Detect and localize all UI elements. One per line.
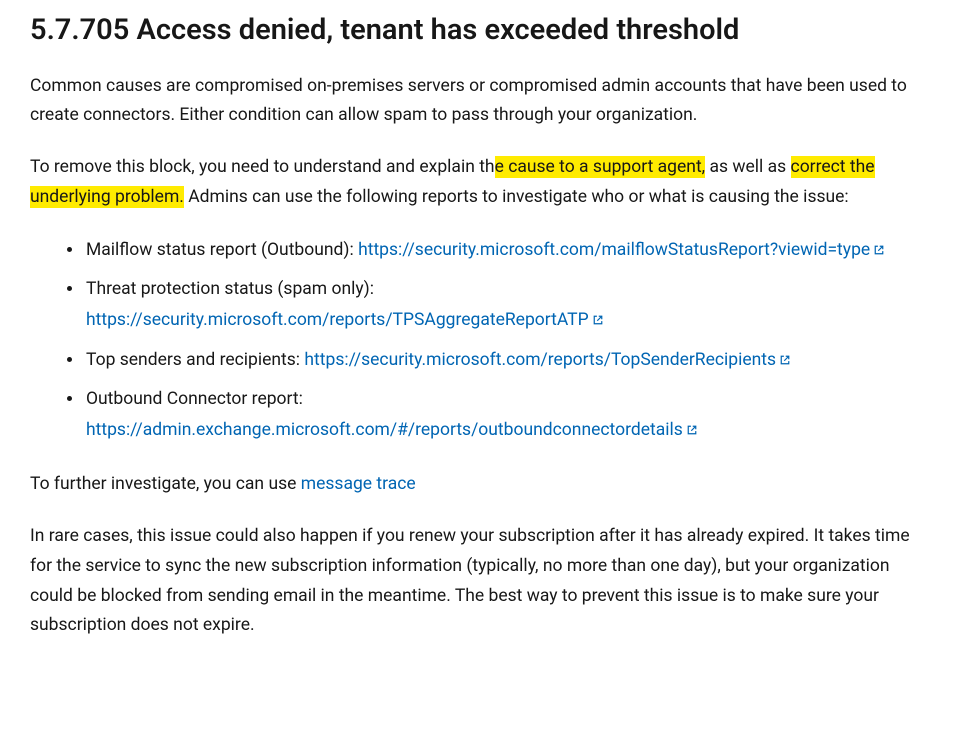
highlight-support-agent: e cause to a support agent,	[495, 156, 706, 178]
text: To remove this block, you need to unders…	[30, 157, 495, 177]
paragraph-causes: Common causes are compromised on-premise…	[30, 72, 928, 132]
list-item: Threat protection status (spam only): ht…	[84, 274, 928, 336]
list-item: Top senders and recipients: https://secu…	[84, 345, 928, 377]
mailflow-status-link[interactable]: https://security.microsoft.com/mailflowS…	[358, 240, 885, 260]
report-label: Mailflow status report (Outbound):	[86, 240, 358, 260]
paragraph-remediation: To remove this block, you need to unders…	[30, 153, 928, 213]
top-senders-link[interactable]: https://security.microsoft.com/reports/T…	[304, 350, 791, 370]
external-link-icon	[873, 236, 885, 267]
outbound-connector-link[interactable]: https://admin.exchange.microsoft.com/#/r…	[86, 420, 698, 440]
text: Admins can use the following reports to …	[184, 187, 849, 207]
paragraph-subscription: In rare cases, this issue could also hap…	[30, 522, 928, 641]
external-link-icon	[779, 346, 791, 377]
threat-protection-link[interactable]: https://security.microsoft.com/reports/T…	[86, 310, 604, 330]
report-label: Outbound Connector report:	[86, 389, 303, 409]
list-item: Mailflow status report (Outbound): https…	[84, 235, 928, 267]
report-list: Mailflow status report (Outbound): https…	[30, 235, 928, 447]
article: 5.7.705 Access denied, tenant has exceed…	[0, 0, 958, 693]
report-label: Threat protection status (spam only):	[86, 279, 374, 299]
list-item: Outbound Connector report: https://admin…	[84, 384, 928, 446]
text: as well as	[705, 157, 790, 177]
message-trace-link[interactable]: message trace	[301, 474, 416, 494]
text: To further investigate, you can use	[30, 474, 301, 494]
external-link-icon	[592, 306, 604, 337]
paragraph-investigate: To further investigate, you can use mess…	[30, 470, 928, 500]
section-heading: 5.7.705 Access denied, tenant has exceed…	[30, 12, 928, 50]
report-label: Top senders and recipients:	[86, 350, 304, 370]
external-link-icon	[686, 416, 698, 447]
